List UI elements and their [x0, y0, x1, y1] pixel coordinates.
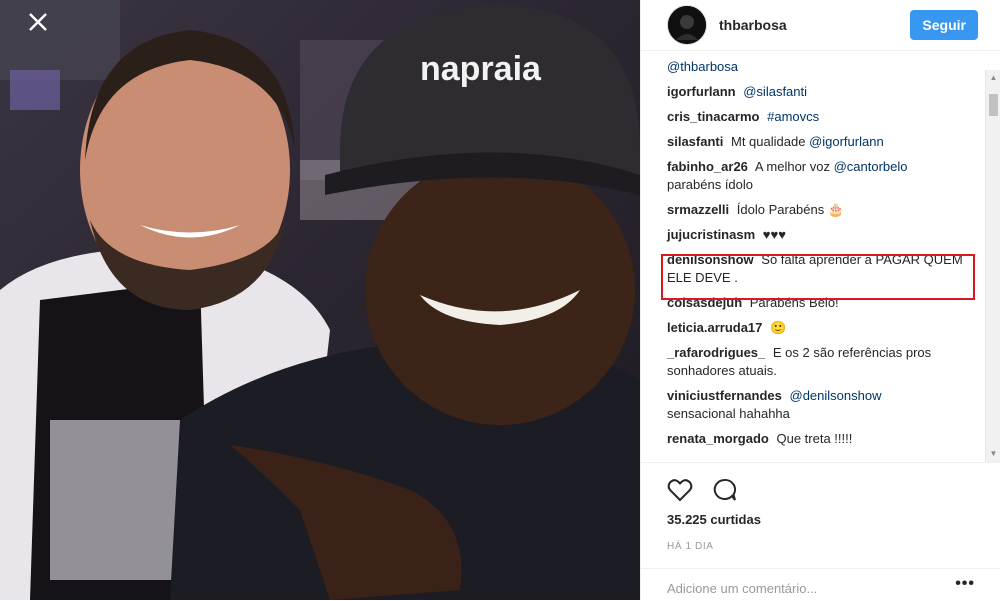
- comments-list[interactable]: @thbarbosa igorfurlann @silasfanti cris_…: [641, 52, 1000, 463]
- comment-hashtag[interactable]: #amovcs: [767, 109, 819, 124]
- comment-input[interactable]: Adicione um comentário...: [667, 581, 817, 596]
- comment-text: ♥♥♥: [762, 227, 786, 242]
- post-timestamp: HÁ 1 DIA: [667, 541, 714, 552]
- comment-mention[interactable]: @denilsonshow: [790, 388, 882, 403]
- comment-username[interactable]: igorfurlann: [667, 84, 736, 99]
- highlight-box: [661, 254, 975, 300]
- comments-scrollbar[interactable]: ▲ ▼: [985, 70, 1000, 462]
- comment-item: renata_morgado Que treta !!!!!: [667, 430, 979, 448]
- comment-text: Mt qualidade: [730, 134, 806, 149]
- comment-mention[interactable]: @silasfanti: [743, 84, 807, 99]
- follow-button[interactable]: Seguir: [910, 10, 978, 40]
- cap-logo-text: napraia: [420, 50, 542, 88]
- comment-username[interactable]: fabinho_ar26: [667, 159, 748, 174]
- comment-item: _rafarodrigues_ E os 2 são referências p…: [667, 344, 979, 380]
- add-comment-bar: Adicione um comentário... •••: [641, 568, 1000, 601]
- comment-text: A melhor voz: [754, 159, 830, 174]
- comment-text: Ídolo Parabéns 🎂: [736, 202, 845, 217]
- close-icon: [29, 13, 47, 31]
- close-button[interactable]: [26, 10, 50, 34]
- comment-username[interactable]: cris_tinacarmo: [667, 109, 760, 124]
- like-button[interactable]: [667, 478, 693, 507]
- comment-text-continued: parabéns ídolo: [667, 177, 754, 192]
- post-username[interactable]: thbarbosa: [719, 17, 787, 33]
- comment-icon: [713, 478, 737, 501]
- comment-item: leticia.arruda17 🙂: [667, 319, 979, 337]
- likes-count[interactable]: 35.225 curtidas: [667, 512, 761, 527]
- comment-mention[interactable]: @cantorbelo: [834, 159, 908, 174]
- photo-image: napraia: [0, 0, 640, 600]
- comment-button[interactable]: [711, 478, 737, 507]
- comment-username[interactable]: renata_morgado: [667, 431, 769, 446]
- scrollbar-thumb[interactable]: [989, 94, 998, 116]
- comment-username[interactable]: _rafarodrigues_: [667, 345, 765, 360]
- post-header: thbarbosa Seguir: [641, 0, 1000, 51]
- scroll-up-arrow-icon[interactable]: ▲: [986, 70, 1000, 86]
- post-photo: napraia: [0, 0, 640, 600]
- comment-item: igorfurlann @silasfanti: [667, 83, 979, 101]
- more-options-button[interactable]: •••: [955, 575, 975, 593]
- comment-username[interactable]: leticia.arruda17: [667, 320, 762, 335]
- comment-item: silasfanti Mt qualidade @igorfurlann: [667, 133, 979, 151]
- comment-item: fabinho_ar26 A melhor voz @cantorbelo pa…: [667, 158, 979, 194]
- comment-username[interactable]: silasfanti: [667, 134, 723, 149]
- comment-username[interactable]: srmazzelli: [667, 202, 729, 217]
- comment-username[interactable]: viniciustfernandes: [667, 388, 782, 403]
- comment-text-continued: sensacional hahahha: [667, 406, 790, 421]
- comment-text: Que treta !!!!!: [776, 431, 853, 446]
- comment-item: cris_tinacarmo #amovcs: [667, 108, 979, 126]
- avatar-image: [668, 6, 706, 44]
- comment-username[interactable]: jujucristinasm: [667, 227, 755, 242]
- post-sidebar: thbarbosa Seguir @thbarbosa igorfurlann …: [640, 0, 1000, 600]
- comment-item: @thbarbosa: [667, 58, 979, 76]
- heart-icon: [667, 479, 693, 502]
- comment-item: viniciustfernandes @denilsonshow sensaci…: [667, 387, 979, 423]
- comment-item: srmazzelli Ídolo Parabéns 🎂: [667, 201, 979, 219]
- comment-item: jujucristinasm ♥♥♥: [667, 226, 979, 244]
- comment-mention[interactable]: @thbarbosa: [667, 59, 738, 74]
- avatar[interactable]: [667, 5, 707, 45]
- comment-mention[interactable]: @igorfurlann: [809, 134, 884, 149]
- post-actions: [667, 478, 737, 507]
- comment-text: 🙂: [770, 320, 787, 335]
- scroll-down-arrow-icon[interactable]: ▼: [986, 446, 1000, 462]
